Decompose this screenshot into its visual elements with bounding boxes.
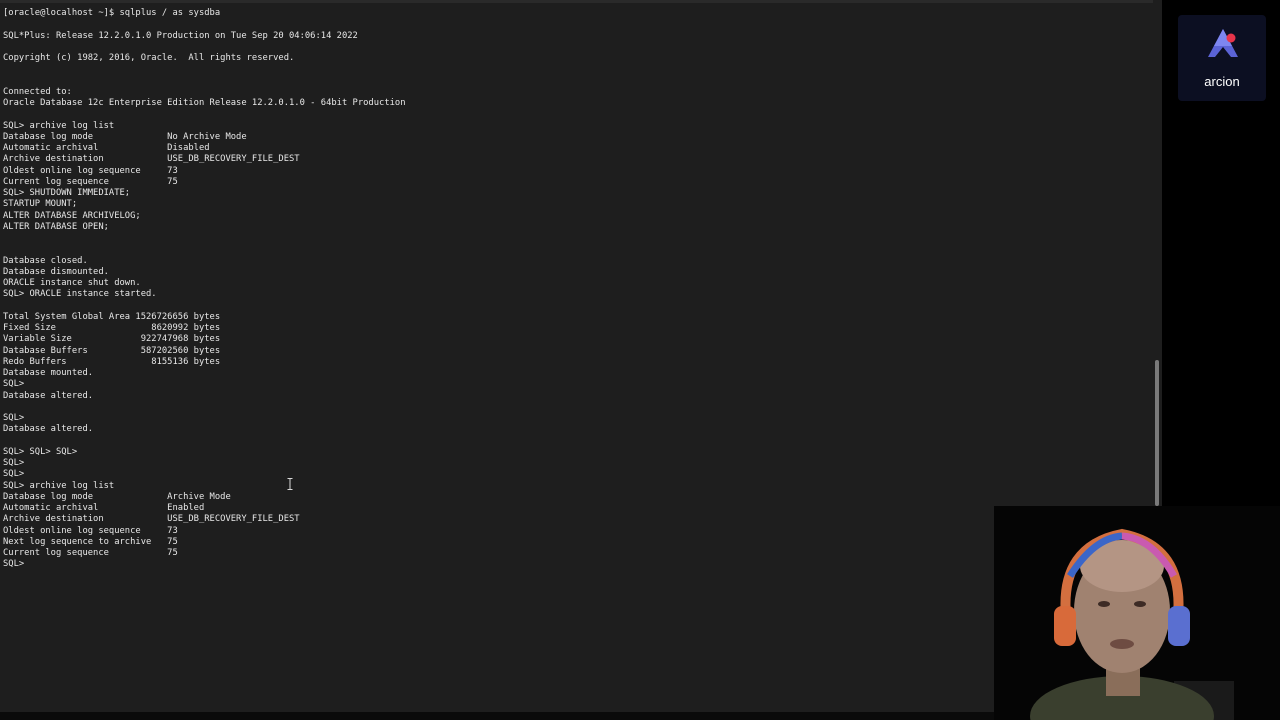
- terminal-line: Oldest online log sequence 73: [3, 165, 178, 176]
- terminal-line: Current log sequence 75: [3, 176, 178, 187]
- arcion-logo: arcion: [1178, 15, 1266, 101]
- webcam-overlay: [994, 506, 1280, 720]
- terminal-line: SQL> archive log list: [3, 120, 115, 131]
- terminal-line: Database mounted.: [3, 368, 94, 378]
- terminal-line: Oldest online log sequence 73: [3, 525, 178, 536]
- terminal-line: Automatic archival Disabled: [3, 143, 210, 153]
- ibeam-cursor-icon: [287, 478, 293, 490]
- terminal-line: Database Buffers 587202560 bytes: [3, 345, 221, 356]
- terminal-line: SQL> archive log list: [3, 480, 115, 491]
- terminal-line: Copyright (c) 1982, 2016, Oracle. All ri…: [3, 53, 295, 63]
- terminal-line: Oracle Database 12c Enterprise Edition R…: [3, 98, 406, 108]
- terminal-line: Archive destination USE_DB_RECOVERY_FILE…: [3, 514, 300, 525]
- terminal-line: [oracle@localhost ~]$ sqlplus / as sysdb…: [3, 8, 221, 18]
- terminal-line: Automatic archival Enabled: [3, 503, 205, 513]
- terminal-line: Database dismounted.: [3, 266, 109, 277]
- terminal-line: SQL> SQL> SQL>: [3, 446, 78, 457]
- logo-text: arcion: [1204, 74, 1240, 89]
- terminal-line: Database closed.: [3, 255, 88, 266]
- terminal-line: SQL*Plus: Release 12.2.0.1.0 Production …: [3, 30, 358, 41]
- presenter-video: [994, 506, 1280, 720]
- terminal-line: SQL>: [3, 559, 25, 570]
- arcion-logo-icon: [1208, 29, 1238, 57]
- terminal-line: SQL> ORACLE instance started.: [3, 289, 157, 300]
- terminal-line: ALTER DATABASE ARCHIVELOG;: [3, 210, 141, 221]
- terminal-line: SQL>: [3, 458, 25, 468]
- terminal-line: SQL> SHUTDOWN IMMEDIATE;: [3, 188, 131, 198]
- terminal-line: SQL>: [3, 413, 25, 423]
- screen: [oracle@localhost ~]$ sqlplus / as sysdb…: [0, 0, 1280, 720]
- terminal-line: Variable Size 922747968 bytes: [3, 334, 221, 345]
- terminal-line: Total System Global Area 1526726656 byte…: [3, 311, 221, 322]
- terminal-line: Fixed Size 8620992 bytes: [3, 323, 221, 333]
- terminal-line: Redo Buffers 8155136 bytes: [3, 356, 221, 367]
- terminal-output[interactable]: [oracle@localhost ~]$ sqlplus / as sysdb…: [3, 8, 406, 571]
- terminal-top-edge: [0, 0, 1162, 3]
- terminal-line: ALTER DATABASE OPEN;: [3, 221, 109, 232]
- terminal-line: Database altered.: [3, 390, 94, 401]
- terminal-line: SQL>: [3, 469, 25, 480]
- terminal-line: Current log sequence 75: [3, 548, 178, 558]
- terminal-line: Next log sequence to archive 75: [3, 536, 178, 547]
- bottom-edge: [0, 712, 994, 720]
- terminal-line: Archive destination USE_DB_RECOVERY_FILE…: [3, 154, 300, 165]
- terminal-line: Database altered.: [3, 424, 94, 435]
- terminal-line: SQL>: [3, 379, 25, 390]
- scrollbar-thumb[interactable]: [1155, 360, 1159, 506]
- terminal-line: STARTUP MOUNT;: [3, 199, 78, 210]
- terminal-line: Connected to:: [3, 86, 72, 97]
- terminal-line: ORACLE instance shut down.: [3, 278, 141, 288]
- terminal-line: Database log mode No Archive Mode: [3, 131, 247, 142]
- terminal-window[interactable]: [oracle@localhost ~]$ sqlplus / as sysdb…: [0, 0, 1162, 712]
- terminal-line: Database log mode Archive Mode: [3, 491, 231, 502]
